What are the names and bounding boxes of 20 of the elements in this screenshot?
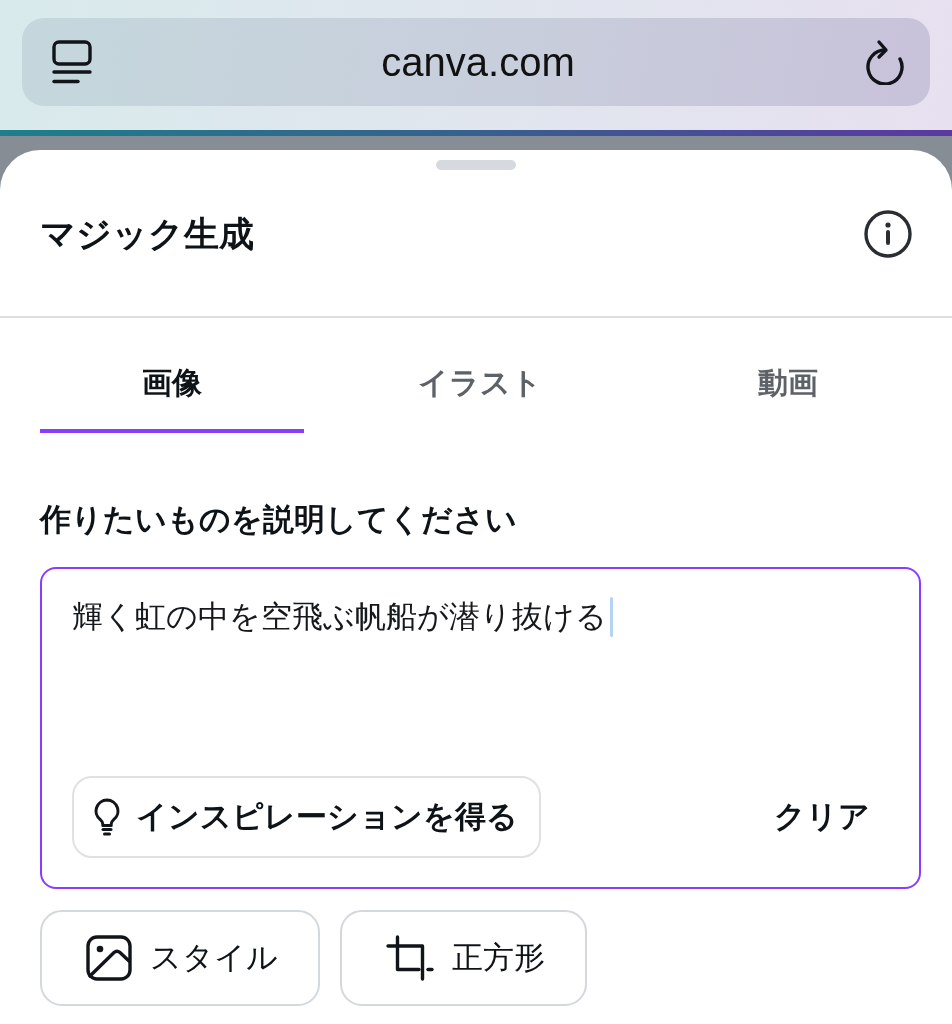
prompt-text: 輝く虹の中を空飛ぶ帆船が潜り抜ける: [72, 599, 607, 634]
info-icon[interactable]: [864, 210, 912, 258]
image-icon: [86, 935, 132, 981]
reload-icon[interactable]: [864, 39, 904, 85]
prompt-field[interactable]: 輝く虹の中を空飛ぶ帆船が潜り抜ける インスピレーションを得る クリア: [40, 567, 921, 889]
tab[interactable]: イラスト: [348, 318, 612, 433]
tab[interactable]: 動画: [656, 318, 920, 433]
reader-icon[interactable]: [52, 40, 92, 84]
aspect-ratio-button[interactable]: 正方形: [340, 910, 587, 1006]
prompt-label: 作りたいものを説明してください: [40, 501, 518, 539]
tab[interactable]: 画像: [40, 318, 304, 433]
panel-title: マジック生成: [40, 213, 254, 255]
text-cursor: [610, 597, 613, 637]
address-bar[interactable]: canva.com: [22, 18, 930, 106]
inspiration-button[interactable]: インスピレーションを得る: [72, 776, 541, 858]
lightbulb-icon: [94, 798, 120, 836]
url-text: canva.com: [380, 39, 576, 86]
style-button[interactable]: スタイル: [40, 910, 320, 1006]
crop-icon: [386, 935, 434, 981]
drag-handle[interactable]: [436, 160, 516, 170]
